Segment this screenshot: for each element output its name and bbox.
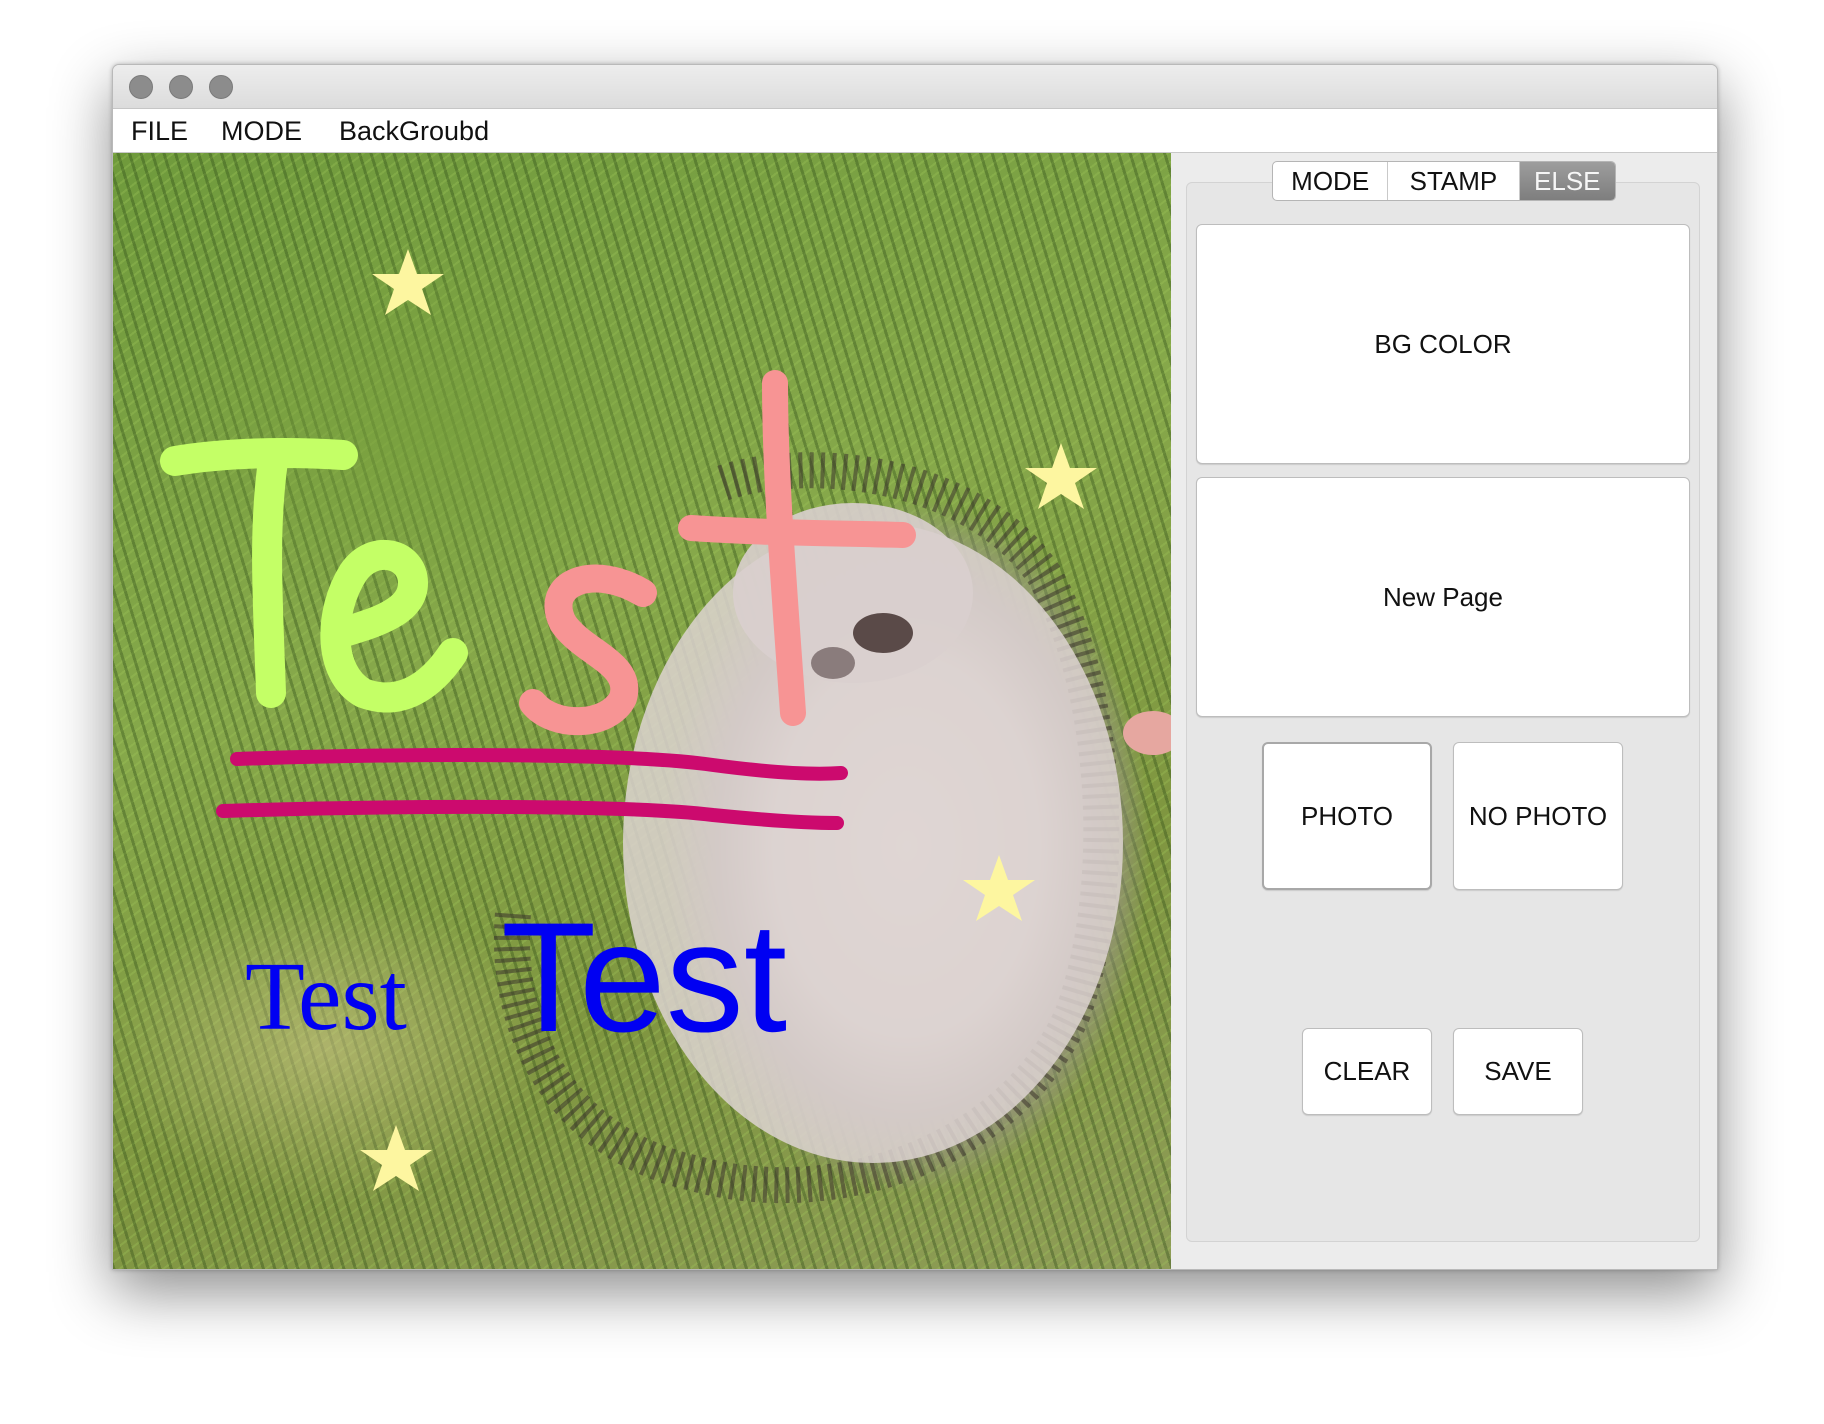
star-stamp (372, 249, 444, 315)
menu-mode[interactable]: MODE (221, 116, 302, 147)
tab-stamp[interactable]: STAMP (1388, 162, 1520, 200)
text-stamp-serif: Test (245, 943, 407, 1051)
title-bar (113, 65, 1717, 109)
menu-bar: FILE MODE BackGroubd (113, 109, 1717, 153)
stroke-T (160, 438, 358, 708)
close-window-button[interactable] (129, 75, 153, 99)
stroke-s (519, 564, 657, 736)
no-photo-button[interactable]: NO PHOTO (1453, 742, 1623, 890)
star-stamp (360, 1125, 432, 1191)
tab-mode[interactable]: MODE (1273, 162, 1389, 200)
minimize-window-button[interactable] (169, 75, 193, 99)
bg-color-button[interactable]: BG COLOR (1196, 224, 1690, 464)
star-stamp (1025, 443, 1097, 509)
drawing-canvas[interactable]: Test Test (113, 153, 1171, 1269)
clear-button[interactable]: CLEAR (1302, 1028, 1432, 1115)
tab-bar: MODE STAMP ELSE (1272, 161, 1616, 201)
save-button[interactable]: SAVE (1453, 1028, 1583, 1115)
menu-background[interactable]: BackGroubd (339, 116, 489, 147)
menu-file[interactable]: FILE (131, 116, 188, 147)
handwritten-test (160, 370, 916, 736)
stroke-t-vertical (762, 370, 806, 726)
stroke-e (320, 540, 468, 713)
tab-else[interactable]: ELSE (1519, 162, 1615, 200)
canvas-drawing-layer: Test Test (160, 249, 1171, 1204)
photo-button[interactable]: PHOTO (1262, 742, 1432, 890)
stroke-t-cross (678, 515, 916, 548)
new-page-button[interactable]: New Page (1196, 477, 1690, 717)
zoom-window-button[interactable] (209, 75, 233, 99)
text-stamp-sans: Test (501, 891, 787, 1065)
